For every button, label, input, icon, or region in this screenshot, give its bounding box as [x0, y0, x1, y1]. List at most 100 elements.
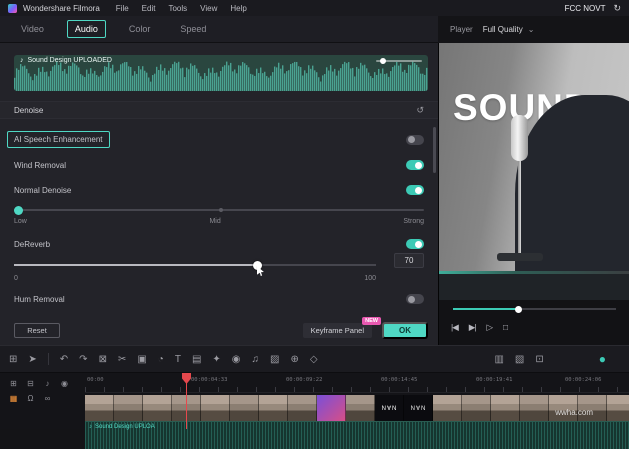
- tab-video[interactable]: Video: [14, 21, 51, 37]
- menu-help[interactable]: Help: [230, 4, 246, 13]
- quality-value: Full Quality: [482, 25, 523, 34]
- next-frame-button[interactable]: ▶|: [469, 322, 477, 333]
- playhead[interactable]: [182, 373, 191, 429]
- normal-denoise-toggle[interactable]: [406, 185, 424, 195]
- sync-icon[interactable]: ↻: [613, 3, 621, 14]
- ok-button[interactable]: OK: [382, 321, 428, 339]
- menu-view[interactable]: View: [200, 4, 217, 13]
- clip-thumbnail[interactable]: [317, 395, 346, 421]
- clip-thumbnail[interactable]: [491, 395, 520, 421]
- denoise-level-scale: Low Mid Strong: [14, 218, 424, 225]
- snap-magnet-icon[interactable]: Ω: [28, 394, 34, 403]
- tab-speed[interactable]: Speed: [173, 21, 213, 37]
- speed-icon[interactable]: ◔: [158, 354, 164, 365]
- denoise-section-header[interactable]: Denoise ↺: [0, 101, 438, 119]
- clip-thumbnail[interactable]: [520, 395, 549, 421]
- render-preview-button[interactable]: ●: [599, 352, 606, 366]
- clip-thumbnail[interactable]: [288, 395, 317, 421]
- audio-mixer-icon[interactable]: ♫: [252, 354, 260, 365]
- ruler-timestamp: 00:00:19:41: [476, 377, 513, 383]
- add-track-icon[interactable]: ⊞: [10, 379, 17, 388]
- clip-thumbnail[interactable]: [114, 395, 143, 421]
- delete-icon[interactable]: ⊠: [99, 354, 107, 365]
- record-voiceover-icon[interactable]: ◉: [232, 354, 241, 365]
- menu-edit[interactable]: Edit: [142, 4, 156, 13]
- marker-icon[interactable]: ◇: [310, 354, 318, 365]
- menu-tools[interactable]: Tools: [168, 4, 187, 13]
- stop-button[interactable]: □: [503, 322, 508, 332]
- media-library-icon[interactable]: ⊞: [9, 354, 17, 365]
- text-tool-icon[interactable]: T: [175, 354, 181, 365]
- tab-audio[interactable]: Audio: [66, 20, 106, 38]
- hum-removal-toggle[interactable]: [406, 294, 424, 304]
- property-tabs: Video Audio Color Speed: [0, 16, 438, 43]
- dereverb-toggle[interactable]: [406, 239, 424, 249]
- denoise-level-handle[interactable]: [14, 205, 23, 215]
- reset-button[interactable]: Reset: [14, 322, 60, 338]
- undo-icon[interactable]: ↶: [60, 354, 68, 365]
- track-controls-rail: ⊞ ⊟ ♪ ◉ ▦ Ω ∞: [0, 373, 85, 429]
- seekbar-knob[interactable]: [515, 305, 523, 313]
- timeline: ⊞ ⊟ ♪ ◉ ▦ Ω ∞ 00:00 00:00:04:33 00:00:09…: [0, 373, 629, 449]
- effects-icon[interactable]: ✦: [212, 354, 220, 365]
- link-clips-icon[interactable]: ∞: [45, 394, 51, 403]
- pip-icon[interactable]: ▥: [494, 354, 503, 365]
- crop-icon[interactable]: ▣: [137, 354, 146, 365]
- panel-scrollbar[interactable]: [433, 127, 436, 173]
- dereverb-slider[interactable]: [14, 259, 376, 276]
- clip-thumbnail[interactable]: [230, 395, 259, 421]
- wind-removal-toggle[interactable]: [406, 160, 424, 170]
- tab-color[interactable]: Color: [122, 21, 158, 37]
- normal-denoise-row: Normal Denoise: [14, 185, 424, 195]
- clip-thumbnail[interactable]: [143, 395, 172, 421]
- menu-file[interactable]: File: [116, 4, 129, 13]
- play-button[interactable]: ▷: [487, 322, 493, 333]
- crop-frame-icon[interactable]: ⊡: [535, 354, 543, 365]
- transition-icon[interactable]: ▤: [192, 354, 201, 365]
- mask-icon[interactable]: ▧: [515, 354, 524, 365]
- clip-thumbnail[interactable]: [85, 395, 114, 421]
- ai-speech-toggle[interactable]: [406, 134, 424, 145]
- clip-thumbnail[interactable]: [259, 395, 288, 421]
- keyframe-colors-icon[interactable]: ▦: [10, 394, 18, 403]
- mute-track-icon[interactable]: ♪: [46, 379, 50, 388]
- green-screen-icon[interactable]: ▨: [270, 354, 279, 365]
- clip-thumbnail[interactable]: N∀N: [404, 395, 433, 421]
- split-icon[interactable]: ✂: [118, 354, 126, 365]
- clip-thumbnail[interactable]: N∀N: [375, 395, 404, 421]
- transport-controls: |◀ ▶| ▷ □: [451, 317, 508, 337]
- clip-thumbnail[interactable]: [462, 395, 491, 421]
- ruler-timestamp: 00:00: [87, 377, 104, 383]
- audio-clip-waveform[interactable]: ♪ Sound Design UPLOADED: [14, 55, 428, 91]
- preview-seekbar[interactable]: [453, 305, 616, 313]
- clip-thumbnail[interactable]: [433, 395, 462, 421]
- track-menu-icon[interactable]: ⊟: [27, 379, 34, 388]
- video-preview[interactable]: SOUND: [439, 43, 629, 300]
- mic-base: [497, 253, 543, 261]
- audio-clip-label: Sound Design UPLOA: [95, 424, 155, 430]
- hum-removal-label: Hum Removal: [14, 294, 65, 304]
- dereverb-value-field[interactable]: 70: [394, 253, 424, 268]
- clip-thumbnail[interactable]: [346, 395, 375, 421]
- redo-icon[interactable]: ↷: [79, 354, 87, 365]
- app-logo-icon: [8, 3, 17, 13]
- keyframe-panel-button[interactable]: Keyframe Panel NEW: [302, 316, 381, 338]
- menu-bar: Wondershare Filmora File Edit Tools View…: [0, 0, 629, 16]
- audio-track[interactable]: ♪ Sound Design UPLOA: [85, 421, 629, 449]
- clip-thumbnail[interactable]: [201, 395, 230, 421]
- player-label: Player: [450, 25, 473, 34]
- timeline-ruler[interactable]: 00:00 00:00:04:33 00:00:09:22 00:00:14:4…: [85, 373, 629, 393]
- panel-footer: Reset Keyframe Panel NEW OK: [0, 316, 438, 341]
- video-track[interactable]: N∀N N∀N: [85, 395, 629, 421]
- clip-volume-slider[interactable]: [376, 57, 422, 64]
- prev-frame-button[interactable]: |◀: [451, 322, 459, 333]
- hum-removal-row: Hum Removal: [14, 294, 424, 304]
- clip-thumbnail[interactable]: [607, 395, 629, 421]
- chevron-down-icon: ⌄: [527, 25, 535, 34]
- zoom-icon[interactable]: ⊕: [290, 354, 298, 365]
- section-reset-icon[interactable]: ↺: [416, 105, 424, 116]
- toggle-visibility-icon[interactable]: ◉: [61, 379, 68, 388]
- pointer-tool-icon[interactable]: ➤: [28, 354, 36, 365]
- quality-dropdown[interactable]: Full Quality ⌄: [483, 25, 535, 34]
- denoise-level-slider[interactable]: [14, 205, 424, 215]
